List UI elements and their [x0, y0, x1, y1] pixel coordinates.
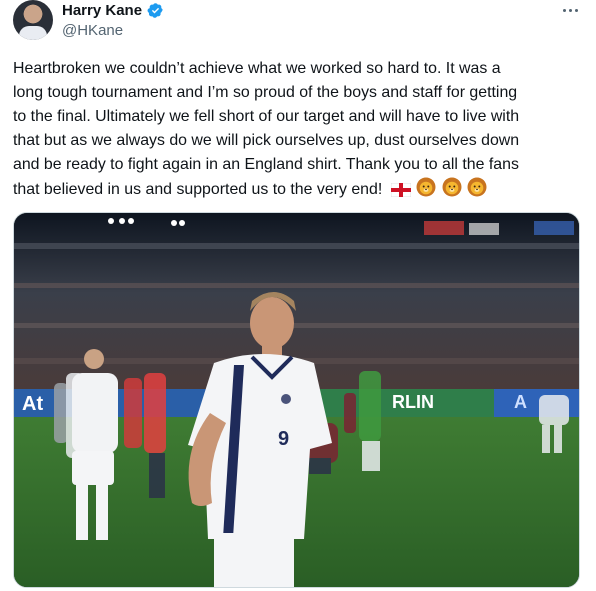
- post-text-line: to the final. Ultimately we fell short o…: [13, 108, 520, 125]
- lion-face-emoji: [467, 177, 487, 205]
- post-text-line: that but as we always do we will pick ou…: [13, 132, 520, 149]
- post-text-line: that believed in us and supported us to …: [13, 181, 383, 198]
- author-handle[interactable]: @HKane: [62, 22, 123, 39]
- verified-badge-icon: [147, 2, 164, 19]
- shirt-number: 9: [278, 428, 289, 450]
- post-text: Heartbroken we couldn’t achieve what we …: [13, 57, 583, 205]
- england-flag-emoji: [390, 181, 411, 205]
- post-text-line: long tough tournament and I’m so proud o…: [13, 84, 518, 101]
- more-options-icon[interactable]: [560, 0, 580, 20]
- avatar[interactable]: [13, 0, 53, 40]
- board-text-right: A: [514, 392, 527, 412]
- post-text-last-line: that believed in us and supported us to …: [13, 177, 583, 205]
- lion-face-emoji: [442, 177, 462, 205]
- author-name-row: Harry Kane: [62, 2, 164, 19]
- tweet-card: Harry Kane @HKane Heartbroken we couldn’…: [0, 0, 596, 591]
- post-text-line: and be ready to fight again in an Englan…: [13, 156, 519, 173]
- board-text-left: At: [22, 393, 43, 415]
- post-photo[interactable]: At RLIN A 9: [13, 212, 580, 588]
- author-display-name[interactable]: Harry Kane: [62, 2, 142, 19]
- lion-face-emoji: [416, 177, 436, 205]
- post-text-line: Heartbroken we couldn’t achieve what we …: [13, 60, 501, 77]
- board-text-mid: RLIN: [392, 392, 434, 412]
